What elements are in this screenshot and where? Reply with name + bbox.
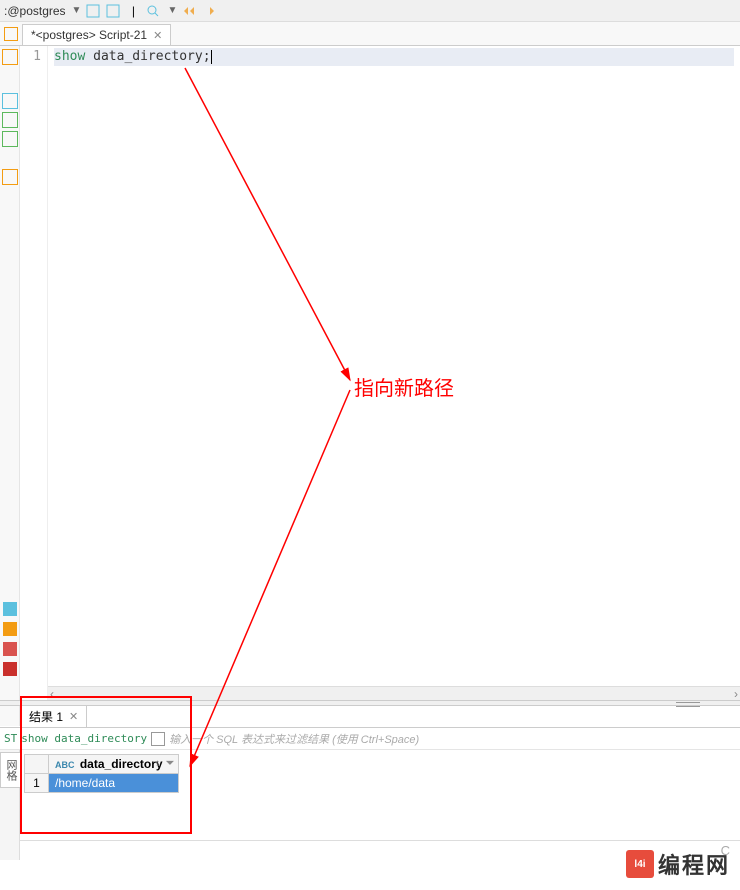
gutter-icon-5[interactable]	[2, 169, 18, 185]
filter-input[interactable]: 输入一个 SQL 表达式来过滤结果 (使用 Ctrl+Space)	[169, 731, 736, 747]
text-cursor	[211, 50, 212, 64]
editor-area: 1 show data_directory;	[0, 46, 740, 700]
column-sort-icon[interactable]: ↕	[155, 758, 160, 769]
tab-title: *<postgres> Script-21	[31, 28, 147, 42]
sql-file-icon	[4, 27, 18, 41]
toolbar-icon-2[interactable]	[105, 3, 121, 19]
table-row[interactable]: 1 /home/data	[25, 774, 179, 793]
sql-keyword: show	[54, 49, 85, 64]
gutter-icon-run[interactable]	[2, 49, 18, 65]
results-table: ABC data_directory ⏷ ↕ 1 /home/data	[24, 754, 179, 793]
gutter-icon-3[interactable]	[2, 112, 18, 128]
editor-tab[interactable]: *<postgres> Script-21 ✕	[22, 24, 171, 45]
top-toolbar: :@postgres ▼ | ▼	[0, 0, 740, 22]
gutter-lower-icon-4[interactable]	[3, 662, 17, 676]
db-connection-label[interactable]: :@postgres	[4, 4, 66, 18]
results-tab-close-icon[interactable]: ✕	[69, 710, 78, 723]
code-text-area[interactable]: show data_directory;	[48, 46, 740, 700]
gutter-lower-icon-2[interactable]	[3, 622, 17, 636]
search-icon[interactable]	[145, 3, 161, 19]
watermark-brand-text: 编程网	[658, 848, 730, 880]
results-filter-bar: ST show data_directory 输入一个 SQL 表达式来过滤结果…	[0, 728, 740, 750]
column-header[interactable]: ABC data_directory ⏷ ↕	[49, 755, 179, 774]
code-line-1[interactable]: show data_directory;	[54, 48, 734, 66]
results-tab-bar: 结果 1 ✕	[0, 706, 740, 728]
column-type-badge: ABC	[55, 760, 75, 770]
tab-close-icon[interactable]: ✕	[153, 29, 162, 42]
toolbar-icon-1[interactable]	[85, 3, 101, 19]
line-number-gutter: 1	[20, 46, 48, 700]
watermark: l4i 编程网	[626, 848, 730, 880]
search-dropdown-icon[interactable]: ▼	[167, 5, 177, 16]
column-filter-icon[interactable]: ⏷	[166, 758, 174, 769]
expand-icon[interactable]	[151, 732, 165, 746]
toolbar-icon-3[interactable]	[181, 3, 197, 19]
results-tab[interactable]: 结果 1 ✕	[20, 705, 87, 727]
gutter-icon-2[interactable]	[2, 93, 18, 109]
results-panel: 网格 ABC data_directory ⏷ ↕ 1 /home/data C	[0, 750, 740, 860]
horizontal-splitter[interactable]	[0, 700, 740, 706]
gutter-icon-4[interactable]	[2, 131, 18, 147]
code-editor[interactable]: 1 show data_directory;	[20, 46, 740, 700]
gutter-lower-icon-3[interactable]	[3, 642, 17, 656]
results-side-gutter: 网格	[0, 750, 20, 860]
toolbar-divider: |	[125, 3, 141, 19]
left-action-gutter	[0, 46, 20, 700]
sql-type-badge: ST	[4, 732, 17, 745]
editor-horizontal-scrollbar[interactable]	[48, 686, 740, 700]
toolbar-icon-4[interactable]	[201, 3, 217, 19]
column-name: data_directory	[80, 757, 163, 771]
executed-sql-text: show data_directory	[21, 732, 147, 745]
table-corner-cell[interactable]	[25, 755, 49, 774]
results-tab-label: 结果 1	[29, 708, 63, 725]
results-grid: ABC data_directory ⏷ ↕ 1 /home/data C	[20, 750, 740, 860]
data-cell[interactable]: /home/data	[49, 774, 179, 793]
row-number-cell[interactable]: 1	[25, 774, 49, 793]
line-number: 1	[20, 48, 41, 66]
sql-identifier: data_directory;	[85, 49, 210, 64]
db-dropdown-icon[interactable]: ▼	[72, 5, 82, 16]
watermark-logo: l4i	[626, 850, 654, 878]
results-view-tab-grid[interactable]: 网格	[0, 752, 22, 788]
table-header-row: ABC data_directory ⏷ ↕	[25, 755, 179, 774]
editor-tab-bar: *<postgres> Script-21 ✕	[0, 22, 740, 46]
gutter-lower-icon-1[interactable]	[3, 602, 17, 616]
